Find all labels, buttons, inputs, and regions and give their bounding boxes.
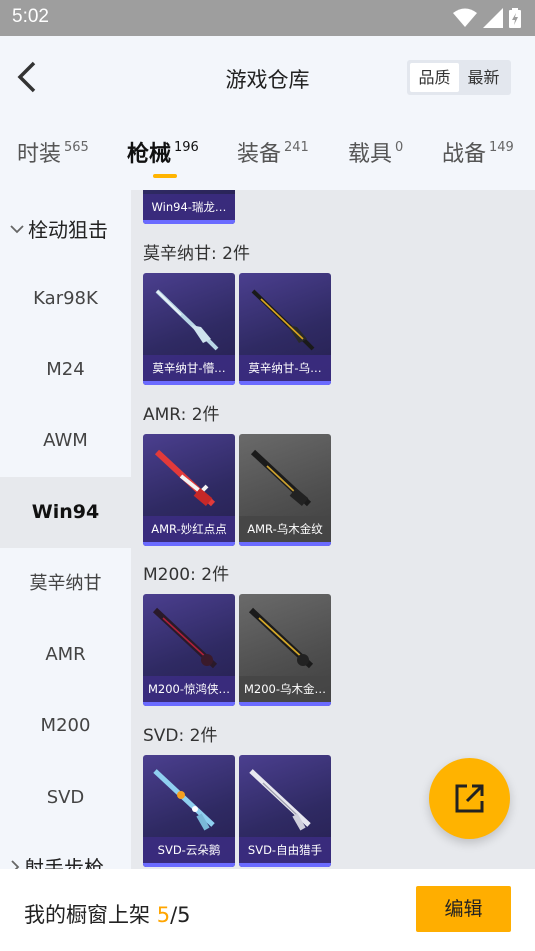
tab-label: 战备: [442, 142, 487, 167]
sidebar-group-label: 栓动狙击: [28, 218, 108, 242]
skin-card[interactable]: Win94-瑞龙…: [143, 190, 235, 224]
chevron-down-icon: [10, 224, 24, 233]
showcase-label: 我的橱窗上架: [24, 903, 150, 927]
rifle-icon: [249, 769, 311, 831]
skin-name: M200-惊鸿侠…: [143, 676, 235, 702]
sort-toggle: 品质 最新: [407, 60, 511, 95]
tab-label: 枪械: [127, 142, 172, 167]
skin-name: Win94-瑞龙…: [143, 194, 235, 220]
status-icons: [453, 7, 521, 29]
share-button[interactable]: [429, 758, 510, 839]
rarity-bar: [239, 863, 331, 867]
section-title: 莫辛纳甘: 2件: [143, 244, 250, 264]
skin-name: 莫辛纳甘-懵…: [143, 355, 235, 381]
skin-name: SVD-自由猎手: [239, 837, 331, 863]
section-title: M200: 2件: [143, 565, 230, 585]
skin-card[interactable]: SVD-自由猎手: [239, 755, 331, 867]
rifle-icon: [250, 449, 312, 507]
sidebar-group-bolt-action[interactable]: 栓动狙击: [10, 214, 108, 243]
tab-vehicles[interactable]: 载具 0: [348, 136, 403, 168]
skin-card[interactable]: M200-惊鸿侠…: [143, 594, 235, 706]
rarity-bar: [143, 863, 235, 867]
tab-count: 149: [489, 140, 514, 155]
showcase-count: 我的橱窗上架 5/5: [24, 899, 191, 929]
skin-card[interactable]: 莫辛纳甘-懵…: [143, 273, 235, 385]
battery-icon: [509, 8, 521, 28]
section-title: SVD: 2件: [143, 726, 218, 746]
sidebar-item-m200[interactable]: M200: [0, 690, 131, 761]
rarity-bar: [143, 381, 235, 385]
tab-fashion[interactable]: 时装 565: [17, 136, 89, 168]
skin-card[interactable]: M200-乌木金…: [239, 594, 331, 706]
sidebar-item-win94[interactable]: Win94: [0, 477, 131, 548]
weapon-sidebar: 栓动狙击 Kar98K M24 AWM Win94 莫辛纳甘 AMR M200 …: [0, 190, 131, 880]
category-tabs: 时装 565 枪械 196 装备 241 载具 0 战备 149: [0, 120, 535, 190]
tab-count: 565: [64, 140, 89, 155]
rarity-bar: [143, 702, 235, 706]
skin-name: AMR-妙红点点: [143, 516, 235, 542]
share-icon: [455, 784, 484, 813]
rarity-bar: [239, 542, 331, 546]
skin-name: SVD-云朵鹅: [143, 837, 235, 863]
rifle-icon: [248, 607, 314, 669]
skin-card[interactable]: AMR-妙红点点: [143, 434, 235, 546]
skin-card[interactable]: 莫辛纳甘-乌…: [239, 273, 331, 385]
wifi-icon: [453, 8, 477, 27]
rifle-icon: [155, 289, 219, 351]
tab-firearms[interactable]: 枪械 196: [127, 136, 199, 168]
status-bar: 5:02: [0, 0, 535, 36]
tab-label: 装备: [237, 142, 282, 167]
skin-name: M200-乌木金…: [239, 676, 331, 702]
section-title: AMR: 2件: [143, 405, 220, 425]
sidebar-item-mosin[interactable]: 莫辛纳甘: [0, 548, 131, 619]
rifle-icon: [152, 607, 218, 669]
rarity-bar: [239, 702, 331, 706]
tab-indicator: [153, 174, 177, 178]
showcase-footer: 我的橱窗上架 5/5 编辑: [0, 869, 535, 951]
tab-count: 196: [174, 140, 199, 155]
sidebar-item-kar98k[interactable]: Kar98K: [0, 263, 131, 334]
app-header: 游戏仓库 品质 最新: [0, 36, 535, 120]
sidebar-item-svd[interactable]: SVD: [0, 762, 131, 833]
showcase-total: 5: [177, 903, 191, 927]
sort-quality[interactable]: 品质: [410, 63, 459, 92]
rifle-icon: [251, 289, 315, 351]
tab-equipment[interactable]: 装备 241: [237, 136, 309, 168]
signal-icon: [483, 8, 503, 28]
sidebar-item-m24[interactable]: M24: [0, 334, 131, 405]
rarity-bar: [143, 220, 235, 224]
status-time: 5:02: [12, 6, 49, 27]
tab-label: 时装: [17, 142, 62, 167]
rarity-bar: [239, 381, 331, 385]
rarity-bar: [143, 542, 235, 546]
tab-count: 0: [395, 140, 404, 155]
tab-label: 载具: [348, 142, 393, 167]
edit-button[interactable]: 编辑: [416, 886, 511, 932]
skin-name: AMR-乌木金纹: [239, 516, 331, 542]
skin-card[interactable]: AMR-乌木金纹: [239, 434, 331, 546]
rifle-icon: [154, 449, 216, 507]
sidebar-item-awm[interactable]: AWM: [0, 405, 131, 476]
showcase-current: 5: [156, 903, 171, 927]
rifle-icon: [153, 769, 215, 831]
skin-card[interactable]: SVD-云朵鹅: [143, 755, 235, 867]
sort-latest[interactable]: 最新: [459, 63, 508, 92]
skin-name: 莫辛纳甘-乌…: [239, 355, 331, 381]
sidebar-item-amr[interactable]: AMR: [0, 619, 131, 690]
tab-supplies[interactable]: 战备 149: [442, 136, 514, 168]
tab-count: 241: [284, 140, 309, 155]
